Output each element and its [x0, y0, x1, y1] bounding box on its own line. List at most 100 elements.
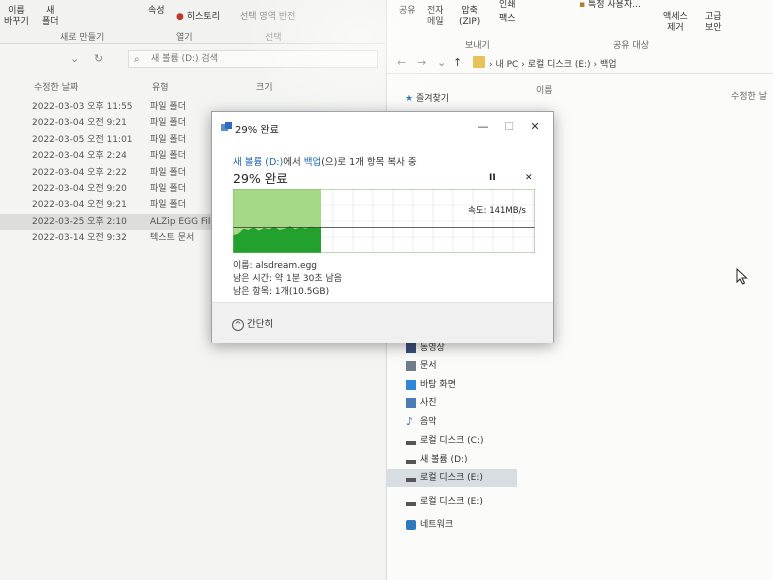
quick-access-label: 즐겨찾기 — [415, 94, 450, 104]
column-size[interactable]: 크기 — [256, 80, 273, 93]
specific-users-label: 특정 사용자... — [587, 0, 641, 10]
drive-icon — [406, 502, 416, 506]
search-input[interactable]: ⌕ 새 볼륨 (D:) 검색 — [128, 50, 378, 68]
new-folder-button[interactable]: 새 폴더 — [42, 6, 59, 28]
row-type: 파일 폴더 — [150, 151, 186, 162]
share-button[interactable]: 공유 — [399, 6, 416, 17]
properties-button[interactable]: 속성 — [148, 6, 165, 17]
row-type: 파일 폴더 — [150, 102, 186, 112]
refresh-icon[interactable]: ↻ — [94, 52, 103, 65]
recent-chevron-icon[interactable]: ⌄ — [437, 56, 446, 69]
sidebar-item[interactable]: 사진 — [387, 394, 517, 412]
breadcrumb-sep-icon: › — [593, 60, 598, 70]
invert-selection-button[interactable]: 선택 영역 반전 — [240, 12, 295, 23]
fewer-details-button[interactable]: ^ 간단히 — [232, 316, 273, 331]
breadcrumb-this-pc[interactable]: 내 PC — [495, 60, 518, 70]
video-icon — [406, 343, 416, 353]
rename-button[interactable]: 이름 바꾸기 — [4, 6, 29, 28]
up-arrow-icon[interactable]: ↑ — [453, 56, 462, 69]
sidebar-item[interactable]: 로컬 디스크 (C:) — [387, 432, 517, 450]
quick-access-item[interactable]: ★ 즐겨찾기 — [405, 91, 449, 104]
sidebar-item-label: 새 볼륨 (D:) — [420, 455, 468, 465]
row-type: 파일 폴더 — [150, 167, 186, 178]
dropdown-chevron-icon[interactable]: ⌄ — [70, 52, 79, 65]
row-type: 파일 폴더 — [150, 134, 186, 145]
sidebar-item[interactable]: 바탕 화면 — [387, 376, 517, 394]
close-button[interactable]: ✕ — [524, 118, 546, 136]
row-type: 텍스트 문서 — [150, 233, 195, 244]
row-type: 파일 폴더 — [150, 200, 186, 211]
sidebar-item[interactable]: 로컬 디스크 (E:) — [387, 493, 517, 511]
speed-label: 속도: 141MB/s — [468, 206, 526, 216]
history-label: 히스토리 — [186, 12, 220, 22]
group-share-with-label: 공유 대상 — [613, 41, 649, 51]
email-button[interactable]: 전자 메일 — [427, 6, 444, 28]
history-icon: ● — [176, 12, 184, 22]
source-link[interactable]: 새 볼륨 (D:) — [233, 157, 283, 168]
zip-button[interactable]: 압축 (ZIP) — [459, 6, 480, 28]
desktop-icon — [406, 380, 416, 390]
column-modified-right[interactable]: 수정한 날 — [731, 89, 767, 102]
sidebar-item-label: 로컬 디스크 (E:) — [420, 497, 483, 507]
drive-icon — [406, 478, 416, 482]
sidebar-item[interactable]: 새 볼륨 (D:) — [387, 451, 517, 469]
advanced-security-button[interactable]: 고급 보안 — [705, 12, 722, 34]
time-remaining: 남은 시간: 약 1분 30초 남음 — [233, 274, 343, 284]
history-button[interactable]: ● 히스토리 — [176, 12, 220, 23]
breadcrumb-drive[interactable]: 로컬 디스크 (E:) — [528, 60, 591, 70]
sidebar-item-label: 네트워크 — [420, 520, 454, 530]
sidebar-item-label: 로컬 디스크 (E:) — [420, 473, 483, 483]
dialog-footer: ^ 간단히 — [212, 303, 553, 343]
dialog-title: 29% 완료 — [235, 125, 279, 136]
document-icon — [406, 361, 416, 371]
items-remaining: 남은 항목: 1개(10.5GB) — [233, 287, 330, 297]
row-date: 2022-03-04 오후 2:22 — [32, 167, 127, 178]
breadcrumb-folder[interactable]: 백업 — [600, 60, 617, 70]
sidebar-item-label: 로컬 디스크 (C:) — [420, 436, 484, 446]
percent-complete: 29% 완료 — [233, 171, 288, 186]
search-icon: ⌕ — [134, 54, 140, 65]
maximize-button[interactable]: ☐ — [498, 118, 520, 136]
column-name[interactable]: 이름 — [536, 83, 553, 96]
breadcrumb-sep-icon: › — [489, 60, 493, 70]
sidebar-item[interactable]: 로컬 디스크 (E:) — [387, 469, 517, 487]
row-date: 2022-03-04 오전 9:21 — [32, 118, 127, 129]
chevron-up-icon: ^ — [232, 318, 244, 331]
minimize-button[interactable]: — — [472, 118, 494, 136]
column-modified[interactable]: 수정한 날짜 — [34, 80, 78, 93]
copy-progress-dialog: 29% 완료 — ☐ ✕ 새 볼륨 (D:)에서 백업(으)로 1개 항목 복사… — [211, 111, 554, 343]
row-date: 2022-03-04 오전 9:21 — [32, 200, 127, 211]
print-button[interactable]: 인쇄 — [499, 0, 516, 11]
group-send-label: 보내기 — [465, 41, 490, 51]
forward-arrow-icon[interactable]: → — [417, 56, 426, 69]
sidebar-item[interactable]: ♪ 음악 — [387, 413, 517, 431]
back-arrow-icon[interactable]: ← — [397, 56, 406, 69]
sidebar-item[interactable]: 문서 — [387, 357, 517, 375]
remove-access-button[interactable]: 액세스 제거 — [663, 12, 688, 34]
cancel-copy-button[interactable]: ✕ — [525, 173, 533, 183]
sidebar-item-label: 바탕 화면 — [420, 380, 456, 390]
row-date: 2022-03-03 오후 11:55 — [32, 102, 133, 112]
breadcrumb-sep-icon: › — [521, 60, 525, 70]
group-select-label: 선택 — [265, 33, 282, 43]
left-address-row: ⌄ ↻ ⌕ 새 볼륨 (D:) 검색 — [0, 48, 385, 70]
destination-link[interactable]: 백업 — [304, 157, 321, 168]
folder-icon — [473, 56, 485, 68]
breadcrumb: › 내 PC › 로컬 디스크 (E:) › 백업 — [489, 57, 617, 70]
row-date: 2022-03-04 오후 2:24 — [32, 151, 127, 162]
column-type[interactable]: 유형 — [152, 80, 169, 93]
music-icon: ♪ — [406, 415, 414, 428]
speed-area — [233, 226, 321, 253]
right-address-bar[interactable]: ← → ⌄ ↑ › 내 PC › 로컬 디스크 (E:) › 백업 — [387, 52, 773, 74]
pause-button[interactable]: II — [489, 173, 496, 183]
network-icon — [406, 520, 416, 530]
row-date: 2022-03-05 오전 11:01 — [32, 134, 133, 145]
sidebar-item[interactable]: 네트워크 — [387, 516, 517, 534]
fax-button[interactable]: 팩스 — [499, 14, 516, 25]
sidebar-item-label: 사진 — [420, 398, 437, 408]
left-ribbon: 이름 바꾸기 새 폴더 속성 ● 히스토리 선택 영역 반전 새로 만들기 열기… — [0, 0, 385, 44]
file-name: 이름: alsdream.egg — [233, 261, 318, 271]
dialog-titlebar[interactable]: 29% 완료 — ☐ ✕ — [212, 112, 553, 142]
sidebar-item-label: 음악 — [420, 417, 437, 427]
specific-users-button[interactable]: ▪ 특정 사용자... — [579, 0, 641, 11]
